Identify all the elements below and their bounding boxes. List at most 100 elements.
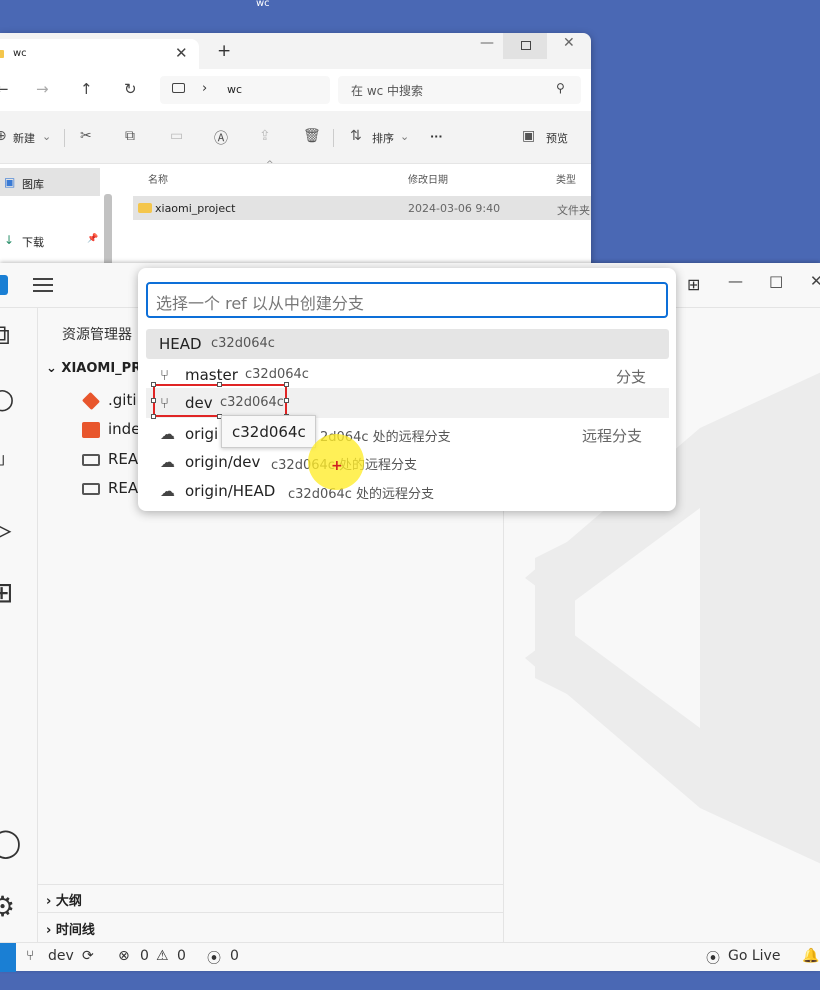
activity-bar: ⧉ ○ ⑂ ▷ ⊞ ◯ ⚙ <box>0 308 38 942</box>
table-row[interactable]: xiaomi_project 2024-03-06 9:40 文件夹 <box>133 196 591 220</box>
account-icon[interactable]: ◯ <box>0 826 21 859</box>
cursor-icon: + <box>331 458 343 474</box>
file-explorer-window: wc ✕ + — ✕ ← → ↑ ↻ › wc 在 wc 中搜索 ⚲ ⊕ 新建 … <box>0 33 591 265</box>
bell-icon[interactable]: 🔔 <box>802 948 819 964</box>
maximize-button[interactable] <box>503 33 547 59</box>
go-live-button[interactable]: Go Live <box>728 948 780 964</box>
ports-count[interactable]: 0 <box>230 948 239 964</box>
files-icon[interactable]: ⧉ <box>0 318 10 352</box>
explorer-navbar: ← → ↑ ↻ › wc 在 wc 中搜索 ⚲ <box>0 69 591 111</box>
layout-icon[interactable]: ⊞ <box>687 275 700 294</box>
file-item[interactable]: REA <box>82 479 138 497</box>
resize-handle[interactable] <box>284 398 289 403</box>
annotation-highlight-box <box>151 382 289 419</box>
explorer-tab[interactable]: wc ✕ <box>0 39 199 69</box>
resize-handle[interactable] <box>151 414 156 419</box>
sidebar-item-gallery[interactable]: ▣ 图库 <box>0 168 100 196</box>
more-button[interactable]: ··· <box>430 130 443 143</box>
git-icon <box>81 391 101 410</box>
forward-icon[interactable]: → <box>36 80 49 98</box>
resize-handle[interactable] <box>217 382 222 387</box>
maximize-icon <box>521 41 531 50</box>
chevron-down-icon: ⌄ <box>46 361 62 376</box>
desktop-label: wc <box>256 0 270 9</box>
copy-icon[interactable]: ⧉ <box>125 128 135 144</box>
column-name[interactable]: 名称 <box>148 171 168 186</box>
extensions-icon[interactable]: ⊞ <box>0 576 13 609</box>
share-icon[interactable]: ⇪ <box>259 128 271 144</box>
sort-icon: ⇅ <box>350 128 362 144</box>
sort-dropdown-icon[interactable]: ⌄ <box>400 130 409 143</box>
preview-button[interactable]: 预览 <box>546 130 568 146</box>
sort-caret-icon: ^ <box>266 160 274 170</box>
new-tab-button[interactable]: + <box>217 41 231 61</box>
ports-icon: ⦿ <box>207 951 221 967</box>
broadcast-icon: ⦿ <box>706 951 720 967</box>
settings-gear-icon[interactable]: ⚙ <box>0 890 15 923</box>
menu-icon[interactable] <box>33 278 53 292</box>
refresh-icon[interactable]: ↻ <box>124 80 137 98</box>
up-icon[interactable]: ↑ <box>80 80 93 98</box>
minimize-icon[interactable]: — <box>480 35 494 51</box>
new-icon: ⊕ <box>0 128 7 144</box>
source-control-icon[interactable]: ⑂ <box>0 448 7 481</box>
quick-pick-item[interactable]: HEAD c32d064c <box>146 329 669 359</box>
explorer-search[interactable]: 在 wc 中搜索 ⚲ <box>338 76 581 104</box>
download-icon: ↓ <box>4 233 15 247</box>
sync-icon[interactable]: ⟳ <box>82 948 94 964</box>
minimize-icon[interactable]: — <box>728 272 743 290</box>
new-dropdown-icon[interactable]: ⌄ <box>42 130 51 143</box>
back-icon[interactable]: ← <box>0 80 9 98</box>
ref-search-input[interactable]: 选择一个 ref 以从中创建分支 <box>146 282 668 318</box>
vscode-logo-icon <box>0 275 8 295</box>
search-icon[interactable]: ○ <box>0 382 14 415</box>
column-modified[interactable]: 修改日期 <box>408 171 448 186</box>
address-path: wc <box>227 83 243 96</box>
new-button[interactable]: 新建 <box>13 130 35 146</box>
search-placeholder: 在 wc 中搜索 <box>351 84 424 98</box>
quick-pick-item[interactable]: ☁ origin/dev c32d064c 处的远程分支 <box>146 447 669 477</box>
error-icon: ⊗ <box>118 948 130 964</box>
branch-name[interactable]: dev <box>48 948 74 964</box>
address-bar[interactable]: › wc <box>160 76 330 104</box>
divider <box>333 129 334 147</box>
sort-button[interactable]: 排序 <box>372 130 394 146</box>
close-tab-icon[interactable]: ✕ <box>175 44 188 62</box>
folder-icon <box>0 50 4 58</box>
html5-icon <box>82 421 100 438</box>
outline-section[interactable]: › 大纲 <box>46 890 82 909</box>
sidebar-scrollbar[interactable] <box>104 194 112 265</box>
explorer-sidebar: ▣ 图库 ↓ 下载 📌 <box>0 164 115 265</box>
branch-icon: ⑂ <box>160 366 170 384</box>
timeline-section[interactable]: › 时间线 <box>46 919 95 938</box>
file-item[interactable]: REA <box>82 450 138 468</box>
maximize-icon[interactable]: □ <box>769 272 783 290</box>
column-type[interactable]: 类型 <box>556 171 576 186</box>
folder-icon <box>138 203 152 213</box>
resize-handle[interactable] <box>151 398 156 403</box>
divider <box>38 884 504 885</box>
explorer-commandbar: ⊕ 新建 ⌄ ✂ ⧉ ▭ Ⓐ ⇪ 🗑 ⇅ 排序 ⌄ ··· ▣ 预览 <box>0 119 591 159</box>
paste-icon[interactable]: ▭ <box>170 128 183 144</box>
gallery-icon: ▣ <box>4 175 16 189</box>
file-item[interactable]: .giti <box>81 391 137 410</box>
markdown-icon <box>82 482 100 495</box>
error-count[interactable]: 0 <box>140 948 149 964</box>
rename-icon[interactable]: Ⓐ <box>214 128 228 148</box>
run-debug-icon[interactable]: ▷ <box>0 513 12 546</box>
sidebar-item-downloads[interactable]: ↓ 下载 📌 <box>0 226 100 254</box>
resize-handle[interactable] <box>151 382 156 387</box>
warning-count[interactable]: 0 <box>177 948 186 964</box>
delete-icon[interactable]: 🗑 <box>303 128 321 144</box>
file-item[interactable]: inde <box>82 420 140 438</box>
resize-handle[interactable] <box>284 382 289 387</box>
hover-tooltip: c32d064c <box>221 415 316 448</box>
workspace-folder[interactable]: ⌄ XIAOMI_PR <box>46 361 141 376</box>
remote-indicator[interactable] <box>0 943 16 972</box>
cut-icon[interactable]: ✂ <box>80 128 92 144</box>
quick-pick-item[interactable]: ☁ origin/HEAD c32d064c 处的远程分支 <box>146 476 669 506</box>
close-window-icon[interactable]: ✕ <box>810 272 820 290</box>
close-window-icon[interactable]: ✕ <box>563 35 575 51</box>
sidebar-item-label: 下载 <box>22 236 44 249</box>
branch-icon: ⑂ <box>26 948 35 964</box>
